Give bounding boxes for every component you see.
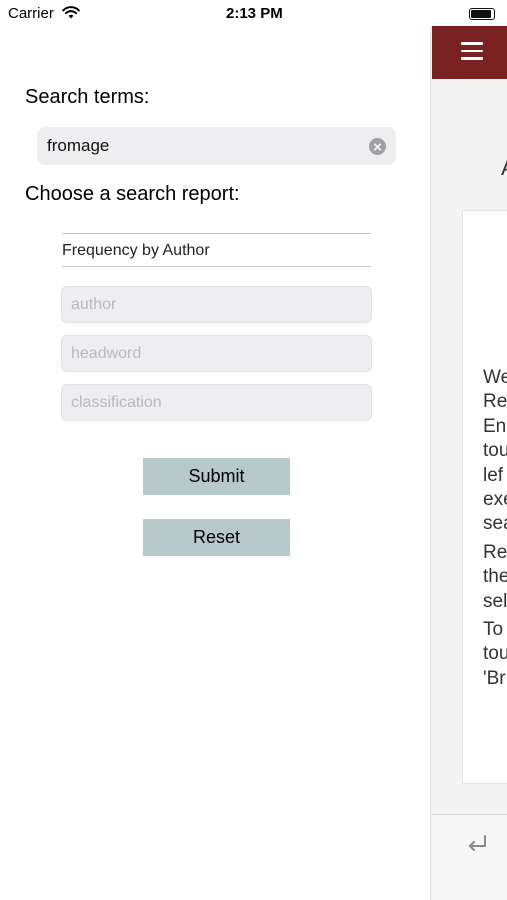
- detail-text-line: the: [483, 566, 507, 588]
- detail-text-line: We: [483, 367, 507, 388]
- search-input[interactable]: fromage: [37, 127, 396, 165]
- report-label: Choose a search report:: [25, 183, 240, 205]
- detail-text-line: En: [483, 415, 507, 437]
- detail-nav-bar: [432, 26, 507, 79]
- detail-text-line: sel: [483, 590, 507, 612]
- detail-card: We Re En tou lef exe sea Re the sel To t…: [462, 210, 507, 784]
- classification-placeholder: classification: [71, 394, 162, 411]
- detail-text-line: lef: [483, 464, 504, 486]
- clear-search-icon[interactable]: [369, 138, 386, 155]
- detail-text-line: 'Br: [483, 667, 506, 689]
- detail-text-line: Re: [483, 541, 507, 563]
- detail-text: We Re En tou lef exe sea Re the sel To t…: [483, 366, 507, 691]
- carrier-label: Carrier: [8, 5, 54, 22]
- detail-text-line: tou: [483, 643, 507, 665]
- search-terms-label: Search terms:: [25, 86, 150, 108]
- search-input-value: fromage: [47, 136, 110, 155]
- report-picker-value: Frequency by Author: [62, 242, 210, 259]
- status-bar: Carrier 2:13 PM: [0, 0, 507, 28]
- wifi-icon: [62, 6, 80, 19]
- classification-field[interactable]: classification: [61, 384, 372, 421]
- author-field[interactable]: author: [61, 286, 372, 323]
- detail-text-line: sea: [483, 513, 507, 535]
- detail-heading: A: [501, 155, 507, 181]
- detail-text-line: tou: [483, 440, 507, 462]
- headword-field[interactable]: headword: [61, 335, 372, 372]
- menu-icon[interactable]: [461, 42, 483, 60]
- battery-icon: [469, 8, 499, 20]
- detail-toolbar: [432, 814, 507, 900]
- return-icon[interactable]: [466, 833, 488, 855]
- report-picker[interactable]: Frequency by Author: [62, 233, 371, 267]
- author-placeholder: author: [71, 296, 117, 313]
- detail-panel[interactable]: A We Re En tou lef exe sea Re the sel To…: [432, 26, 507, 900]
- submit-button[interactable]: Submit: [143, 458, 290, 495]
- headword-placeholder: headword: [71, 345, 142, 362]
- detail-text-line: Re: [483, 391, 507, 413]
- detail-text-line: To: [483, 618, 504, 640]
- status-time: 2:13 PM: [226, 5, 283, 22]
- detail-text-line: exe: [483, 488, 507, 510]
- reset-button[interactable]: Reset: [143, 519, 290, 556]
